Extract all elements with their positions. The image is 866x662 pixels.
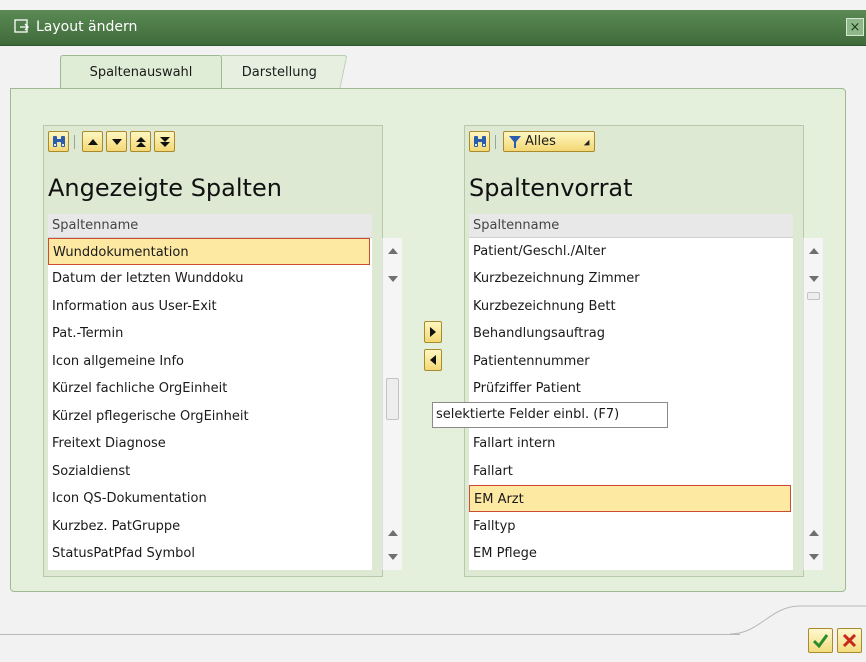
- toolbar-separator: [495, 135, 496, 149]
- right-row[interactable]: Kurzbezeichnung Bett: [469, 293, 793, 320]
- right-scrollbar[interactable]: [803, 238, 823, 570]
- left-row[interactable]: Kürzel fachliche OrgEinheit: [48, 375, 372, 402]
- window-icon: [14, 19, 29, 33]
- left-row[interactable]: StatusPatPfad Symbol: [48, 540, 372, 567]
- move-left-icon: [430, 355, 436, 365]
- footer-divider: [0, 634, 740, 635]
- filter-label: Alles: [525, 134, 556, 149]
- tab-spaltenauswahl[interactable]: Spaltenauswahl: [60, 55, 222, 88]
- move-up-button[interactable]: [82, 131, 103, 152]
- tab-darstellung-label: Darstellung: [242, 65, 318, 80]
- right-row[interactable]: Patientennummer: [469, 348, 793, 375]
- dialog-titlebar: Layout ändern ×: [0, 10, 866, 46]
- binoculars-icon: [474, 136, 486, 147]
- scroll-down-icon[interactable]: [809, 554, 819, 560]
- left-row[interactable]: Freitext Diagnose: [48, 430, 372, 457]
- column-set-panel: Alles Spaltenvorrat Spaltenname Patient/…: [464, 125, 823, 577]
- scroll-down-icon[interactable]: [388, 554, 398, 560]
- right-row[interactable]: EM Pflege: [469, 540, 793, 567]
- left-rows: Wunddokumentation Datum der letzten Wund…: [48, 238, 372, 570]
- left-row[interactable]: Information aus User-Exit: [48, 293, 372, 320]
- binoculars-icon: [53, 136, 65, 147]
- move-right-icon: [430, 327, 436, 337]
- add-columns-button[interactable]: [424, 321, 442, 343]
- confirm-icon: [812, 634, 829, 649]
- close-icon: ×: [849, 20, 861, 35]
- remove-columns-button[interactable]: [424, 349, 442, 371]
- cancel-button[interactable]: [837, 628, 862, 653]
- tab-spaltenauswahl-label: Spaltenauswahl: [89, 65, 193, 80]
- left-row[interactable]: Wunddokumentation: [48, 238, 370, 265]
- left-panel-heading: Angezeigte Spalten: [48, 174, 282, 202]
- left-row[interactable]: Kürzel pflegerische OrgEinheit: [48, 403, 372, 430]
- right-row[interactable]: Fallart: [469, 458, 793, 485]
- left-column-header[interactable]: Spaltenname: [48, 214, 372, 238]
- cancel-icon: [842, 633, 857, 648]
- right-row[interactable]: Prüfziffer Patient: [469, 375, 793, 402]
- column-set-list: Spaltenname Patient/Geschl./Alter Kurzbe…: [469, 214, 793, 570]
- right-row[interactable]: Fallart intern: [469, 430, 793, 457]
- right-row[interactable]: Patient/Geschl./Alter: [469, 238, 793, 265]
- displayed-columns-list: Spaltenname Wunddokumentation Datum der …: [48, 214, 372, 570]
- scroll-down-icon[interactable]: [388, 276, 398, 282]
- left-row[interactable]: Pat.-Termin: [48, 320, 372, 347]
- tooltip: selektierte Felder einbl. (F7): [432, 402, 668, 428]
- right-row[interactable]: Behandlungsauftrag: [469, 320, 793, 347]
- right-row[interactable]: Kurzbezeichnung Zimmer: [469, 265, 793, 292]
- left-scrollbar[interactable]: [382, 238, 402, 570]
- scroll-thumb[interactable]: [807, 292, 820, 300]
- left-row[interactable]: Datum der letzten Wunddoku: [48, 265, 372, 292]
- left-row[interactable]: Icon QS-Dokumentation: [48, 485, 372, 512]
- scroll-up-icon[interactable]: [809, 248, 819, 254]
- close-button[interactable]: ×: [846, 18, 864, 36]
- background-window-strip: [0, 0, 866, 10]
- find-button[interactable]: [48, 131, 69, 152]
- scroll-thumb[interactable]: [386, 378, 399, 420]
- scroll-down-icon[interactable]: [809, 276, 819, 282]
- move-down-button[interactable]: [106, 131, 127, 152]
- right-row[interactable]: Falltyp: [469, 513, 793, 540]
- left-row[interactable]: Icon allgemeine Info: [48, 348, 372, 375]
- move-to-bottom-button[interactable]: [154, 131, 175, 152]
- displayed-columns-panel: Angezeigte Spalten Spaltenname Wunddokum…: [43, 125, 402, 577]
- filter-dropdown-button[interactable]: Alles: [503, 131, 595, 152]
- arrow-up-icon: [88, 139, 98, 145]
- move-to-top-icon: [136, 137, 146, 147]
- move-to-bottom-icon: [160, 137, 170, 147]
- scroll-up-icon[interactable]: [809, 530, 819, 536]
- tab-darstellung[interactable]: Darstellung: [212, 55, 348, 88]
- right-panel-heading: Spaltenvorrat: [469, 174, 633, 202]
- filter-icon: [509, 136, 521, 148]
- dropdown-caret-icon: [583, 139, 593, 149]
- scroll-up-icon[interactable]: [388, 530, 398, 536]
- scroll-up-icon[interactable]: [388, 248, 398, 254]
- right-row[interactable]: EM Arzt: [469, 485, 791, 512]
- find-button[interactable]: [469, 131, 490, 152]
- arrow-down-icon: [112, 139, 122, 145]
- left-row[interactable]: Kurzbez. PatGruppe: [48, 513, 372, 540]
- left-row[interactable]: Sozialdienst: [48, 458, 372, 485]
- toolbar-separator: [74, 135, 75, 149]
- confirm-button[interactable]: [808, 628, 833, 653]
- right-column-header[interactable]: Spaltenname: [469, 214, 793, 238]
- dialog-title: Layout ändern: [36, 19, 138, 35]
- move-to-top-button[interactable]: [130, 131, 151, 152]
